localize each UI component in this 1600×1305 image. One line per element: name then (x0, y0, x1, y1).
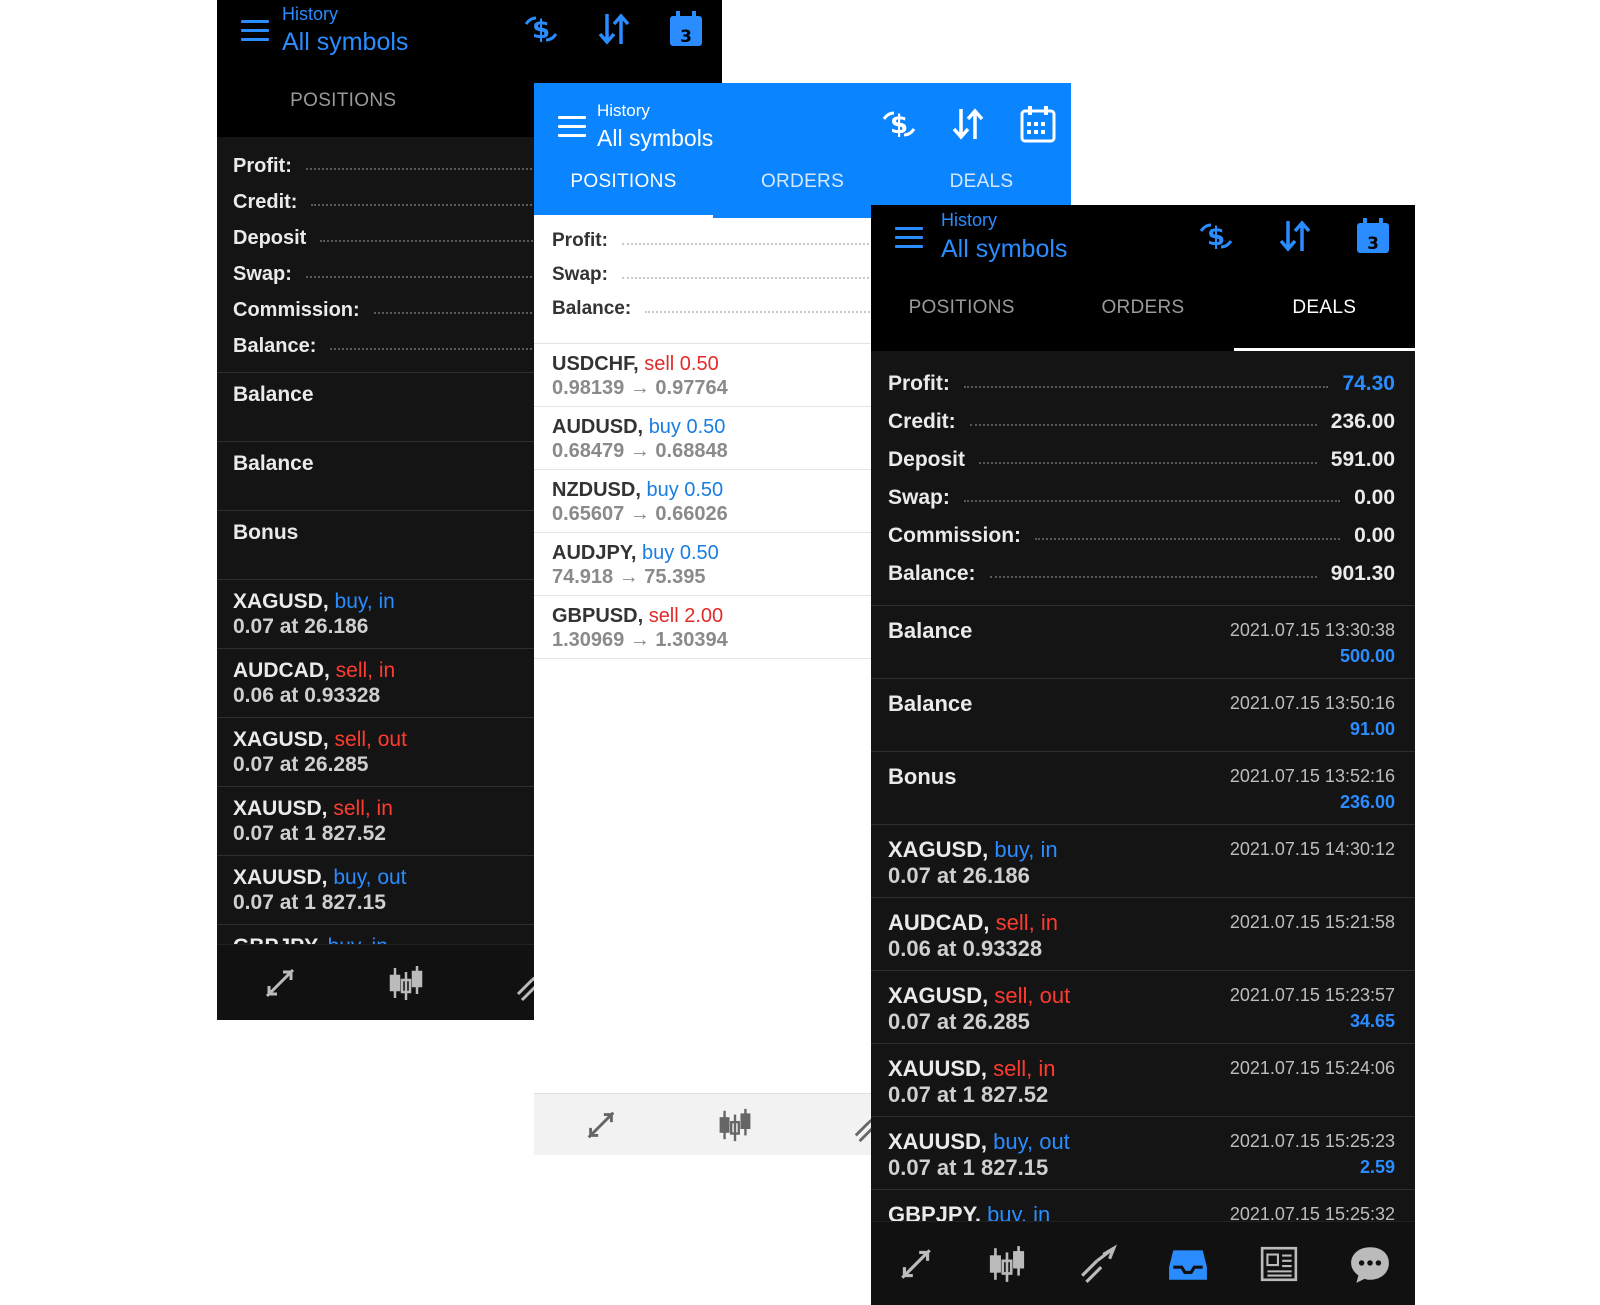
currency-exchange-icon[interactable]: $ (522, 10, 560, 48)
currency-exchange-icon[interactable]: $ (1197, 217, 1235, 255)
symbol-filter-title[interactable]: All symbols (282, 28, 408, 57)
list-item[interactable]: AUDCAD, sell, in 0.06 at 0.93328 2021.07.1… (871, 897, 1415, 970)
header-subtitle: History (282, 4, 339, 24)
chat-icon[interactable] (1324, 1244, 1415, 1284)
app-header: History All symbols $ 3 POSITIONS ORDERS… (871, 205, 1415, 351)
list-item[interactable]: XAUUSD, buy, out 0.07 at 1 827.15 2021.07.… (871, 1116, 1415, 1189)
currency-exchange-icon[interactable]: $ (880, 105, 918, 143)
list-item[interactable]: Bonus 2021.07.15 13:52:16 236.00 (871, 751, 1415, 824)
tab-orders[interactable]: ORDERS (713, 171, 892, 218)
quotes-icon[interactable] (871, 1244, 962, 1284)
summary-credit: Credit: 236.00 (888, 410, 1395, 433)
header-subtitle: History (597, 101, 650, 120)
list-item[interactable]: XAGUSD, buy, in 0.07 at 26.186 2021.07.15 … (871, 824, 1415, 897)
tab-positions[interactable]: POSITIONS (217, 90, 470, 137)
menu-icon[interactable] (558, 116, 586, 143)
list-item[interactable]: XAGUSD, sell, out 0.07 at 26.285 2021.07.1… (871, 970, 1415, 1043)
history-screen-dark-front: History All symbols $ 3 POSITIONS ORDERS… (871, 205, 1415, 1305)
deals-list: Balance 2021.07.15 13:30:38 500.00 Balance… (871, 605, 1415, 1262)
app-header: History All symbols $ POSITIONS ORDERS D… (534, 83, 1071, 218)
sort-icon[interactable] (949, 105, 987, 143)
chart-icon[interactable] (962, 1244, 1053, 1284)
list-item[interactable]: Balance 2021.07.15 13:30:38 500.00 (871, 605, 1415, 678)
svg-text:3: 3 (680, 27, 692, 47)
list-item[interactable]: Balance 2021.07.15 13:50:16 91.00 (871, 678, 1415, 751)
calendar-icon[interactable] (1019, 105, 1057, 143)
summary-commission: Commission: 0.00 (888, 524, 1395, 547)
bottom-nav (871, 1221, 1415, 1305)
news-icon[interactable] (1234, 1244, 1325, 1284)
tab-positions[interactable]: POSITIONS (534, 171, 713, 218)
chart-icon[interactable] (668, 1107, 802, 1143)
chart-icon[interactable] (343, 964, 469, 1002)
sort-icon[interactable] (595, 10, 633, 48)
summary-panel: Profit: 74.30 Credit: 236.00 Deposit 591.00… (871, 365, 1415, 593)
tab-deals[interactable]: DEALS (1233, 297, 1415, 351)
header-subtitle: History (941, 210, 998, 230)
summary-swap: Swap: 0.00 (888, 486, 1395, 509)
menu-icon[interactable] (895, 227, 923, 254)
sort-icon[interactable] (1276, 217, 1314, 255)
calendar-icon[interactable]: 3 (1354, 217, 1392, 255)
summary-balance: Balance: 901.30 (888, 562, 1395, 585)
quotes-icon[interactable] (217, 964, 343, 1002)
summary-profit: Profit: 74.30 (888, 372, 1395, 395)
tab-bar: POSITIONS ORDERS DEALS (871, 297, 1415, 351)
quotes-icon[interactable] (534, 1107, 668, 1143)
tab-orders[interactable]: ORDERS (1052, 297, 1233, 351)
list-item[interactable]: XAUUSD, sell, in 0.07 at 1 827.52 2021.07.… (871, 1043, 1415, 1116)
summary-deposit: Deposit 591.00 (888, 448, 1395, 471)
tab-positions[interactable]: POSITIONS (871, 297, 1052, 351)
svg-text:3: 3 (1367, 234, 1379, 254)
symbol-filter-title[interactable]: All symbols (597, 125, 713, 152)
trade-icon[interactable] (1052, 1244, 1143, 1284)
symbol-filter-title[interactable]: All symbols (941, 235, 1067, 264)
menu-icon[interactable] (241, 20, 269, 47)
calendar-icon[interactable]: 3 (667, 10, 705, 48)
history-icon[interactable] (1143, 1244, 1234, 1284)
